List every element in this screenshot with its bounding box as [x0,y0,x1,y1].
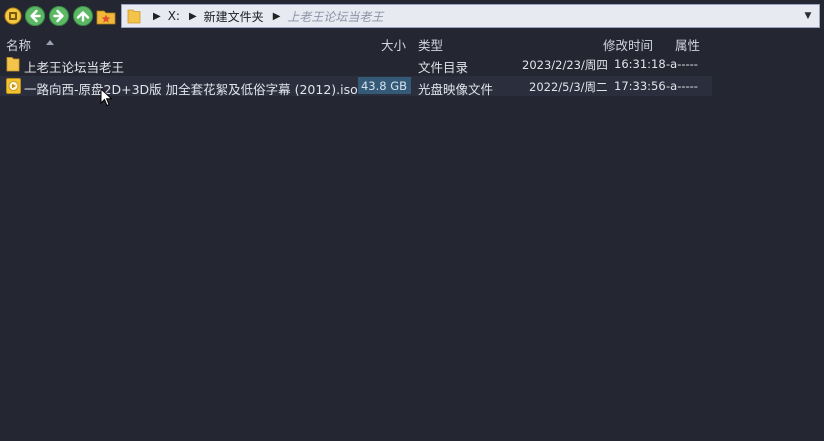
sort-ascending-icon [46,40,54,45]
breadcrumb-folder[interactable]: 新建文件夹 [204,8,264,25]
file-date: 2023/2/23/周四 [522,58,608,72]
breadcrumb-current[interactable]: 上老王论坛当老王 [287,8,383,25]
file-name: 上老王论坛当老王 [24,60,125,75]
file-name: 一路向西-原盘2D+3D版 加全套花絮及低俗字幕 (2012).iso [24,82,358,97]
address-dropdown-button[interactable]: ▼ [801,5,815,27]
column-type[interactable]: 类型 [418,35,443,54]
chevron-right-icon[interactable]: ▶ [273,11,281,22]
arrow-left-icon [25,6,45,26]
file-type: 文件目录 [418,60,469,75]
file-date: 2022/5/3/周二 [529,80,608,94]
list-item[interactable]: 上老王论坛当老王 文件目录 2023/2/23/周四 16:31:18 -a--… [0,54,712,75]
back-button[interactable] [25,6,45,26]
column-attributes[interactable]: 属性 [675,35,700,54]
file-time: 16:31:18 [614,57,666,71]
forward-button[interactable] [49,6,69,26]
file-size: 43.8 GB [358,77,411,94]
column-modified[interactable]: 修改时间 [603,35,653,54]
breadcrumb-drive[interactable]: X: [168,9,180,23]
column-name[interactable]: 名称 [6,35,31,54]
folder-icon [127,9,141,24]
address-bar[interactable]: ▶ X: ▶ 新建文件夹 ▶ 上老王论坛当老王 ▼ [121,4,820,28]
column-header: 名称 大小 类型 修改时间 属性 [0,33,824,53]
chevron-right-icon[interactable]: ▶ [189,11,197,22]
favorite-folder-icon [96,10,116,25]
file-attributes: -a----- [666,57,698,71]
file-time: 17:33:56 [614,79,666,93]
favorites-button[interactable] [96,6,116,26]
folder-icon [6,57,20,72]
breadcrumb: ▶ X: ▶ 新建文件夹 ▶ 上老王论坛当老王 [153,8,392,25]
up-button[interactable] [73,6,93,26]
file-attributes: -a----- [666,79,698,93]
disc-image-icon [6,78,21,94]
app-menu-button[interactable] [3,6,23,26]
mouse-cursor-icon [100,88,113,107]
arrow-up-icon [73,6,93,26]
toolbar: ▶ X: ▶ 新建文件夹 ▶ 上老王论坛当老王 ▼ [0,0,824,33]
column-size[interactable]: 大小 [381,35,406,54]
app-icon [4,7,22,25]
arrow-right-icon [49,6,69,26]
chevron-down-icon: ▼ [804,11,812,21]
chevron-right-icon[interactable]: ▶ [153,11,161,22]
file-type: 光盘映像文件 [418,82,494,97]
